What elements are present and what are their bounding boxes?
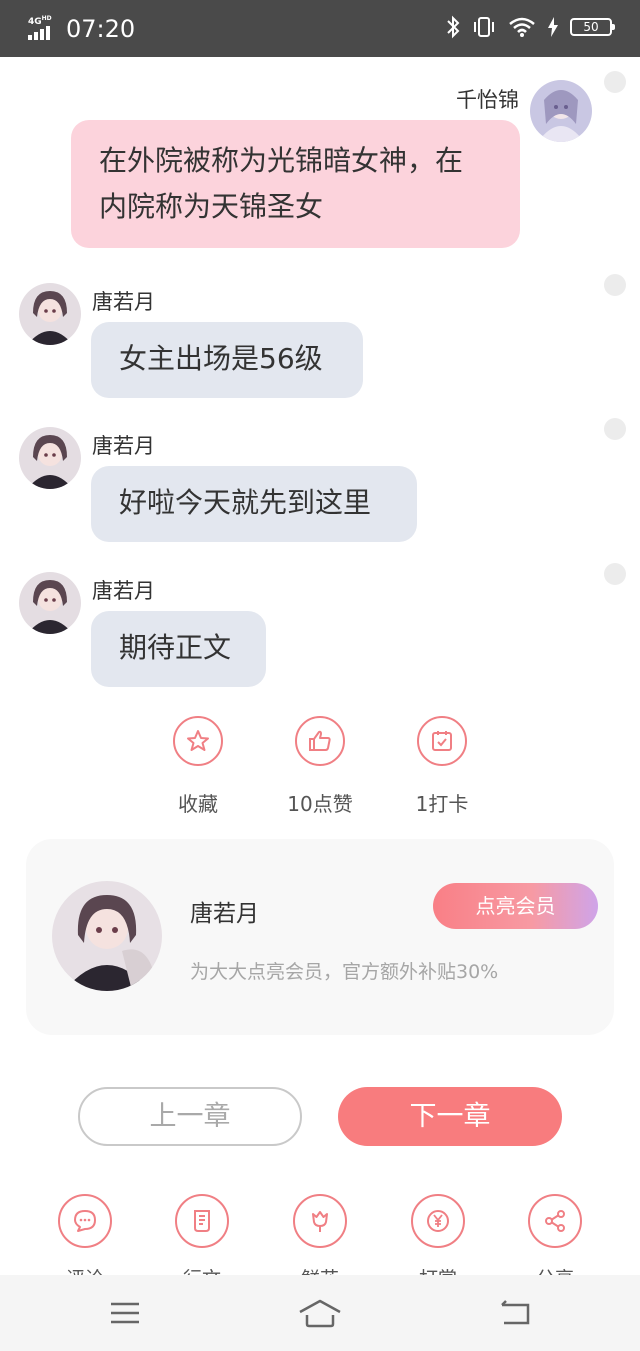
favorite-button[interactable]: 收藏	[148, 716, 248, 817]
avatar[interactable]	[19, 427, 81, 489]
message-menu-dot[interactable]	[604, 274, 626, 296]
wifi-icon	[509, 17, 535, 37]
share-icon	[528, 1194, 582, 1248]
message-text-line: 内院称为天锦圣女	[99, 190, 324, 223]
like-button[interactable]: 10点赞	[270, 716, 370, 817]
avatar[interactable]	[530, 80, 592, 142]
home-icon[interactable]	[298, 1295, 342, 1331]
checkin-count: 1打卡	[415, 792, 469, 816]
yuan-coin-icon	[411, 1194, 465, 1248]
vip-subtitle: 为大大点亮会员，官方额外补贴30%	[190, 961, 499, 983]
bluetooth-icon	[447, 15, 460, 39]
message-text-line: 在外院被称为光锦暗女神，在	[99, 144, 464, 177]
message-menu-dot[interactable]	[604, 418, 626, 440]
back-icon[interactable]	[495, 1295, 535, 1331]
clock: 07:20	[66, 15, 136, 43]
avatar[interactable]	[19, 283, 81, 345]
prev-chapter-button[interactable]: 上一章	[78, 1087, 302, 1146]
document-icon	[175, 1194, 229, 1248]
author-avatar[interactable]	[52, 881, 162, 991]
message-bubble[interactable]: 女主出场是56级	[91, 322, 363, 398]
sender-name: 唐若月	[92, 579, 155, 603]
sender-name: 千怡锦	[456, 88, 519, 112]
system-nav-bar	[0, 1275, 640, 1351]
light-up-vip-button[interactable]: 点亮会员	[433, 883, 598, 929]
calendar-check-icon	[417, 716, 467, 766]
status-bar: 4GHD 07:20 50	[0, 0, 640, 57]
flower-icon	[293, 1194, 347, 1248]
signal-icon	[28, 26, 50, 40]
vibrate-icon	[474, 17, 494, 37]
charging-icon	[548, 17, 558, 37]
sender-name: 唐若月	[92, 434, 155, 458]
avatar[interactable]	[19, 572, 81, 634]
status-right: 50	[446, 15, 615, 39]
favorite-label: 收藏	[178, 792, 218, 816]
menu-icon[interactable]	[105, 1295, 145, 1331]
message-bubble[interactable]: 在外院被称为光锦暗女神，在 内院称为天锦圣女	[71, 120, 520, 248]
comment-bubble-icon	[58, 1194, 112, 1248]
author-name: 唐若月	[190, 901, 259, 927]
star-icon	[173, 716, 223, 766]
message-bubble[interactable]: 期待正文	[91, 611, 266, 687]
thumbs-up-icon	[295, 716, 345, 766]
message-menu-dot[interactable]	[604, 563, 626, 585]
checkin-button[interactable]: 1打卡	[392, 716, 492, 817]
message-menu-dot[interactable]	[604, 71, 626, 93]
sender-name: 唐若月	[92, 290, 155, 314]
battery-indicator: 50	[570, 18, 615, 36]
like-count: 10点赞	[287, 792, 353, 816]
next-chapter-button[interactable]: 下一章	[338, 1087, 562, 1146]
message-bubble[interactable]: 好啦今天就先到这里	[91, 466, 417, 542]
author-vip-card: 唐若月 点亮会员 为大大点亮会员，官方额外补贴30%	[26, 839, 614, 1035]
